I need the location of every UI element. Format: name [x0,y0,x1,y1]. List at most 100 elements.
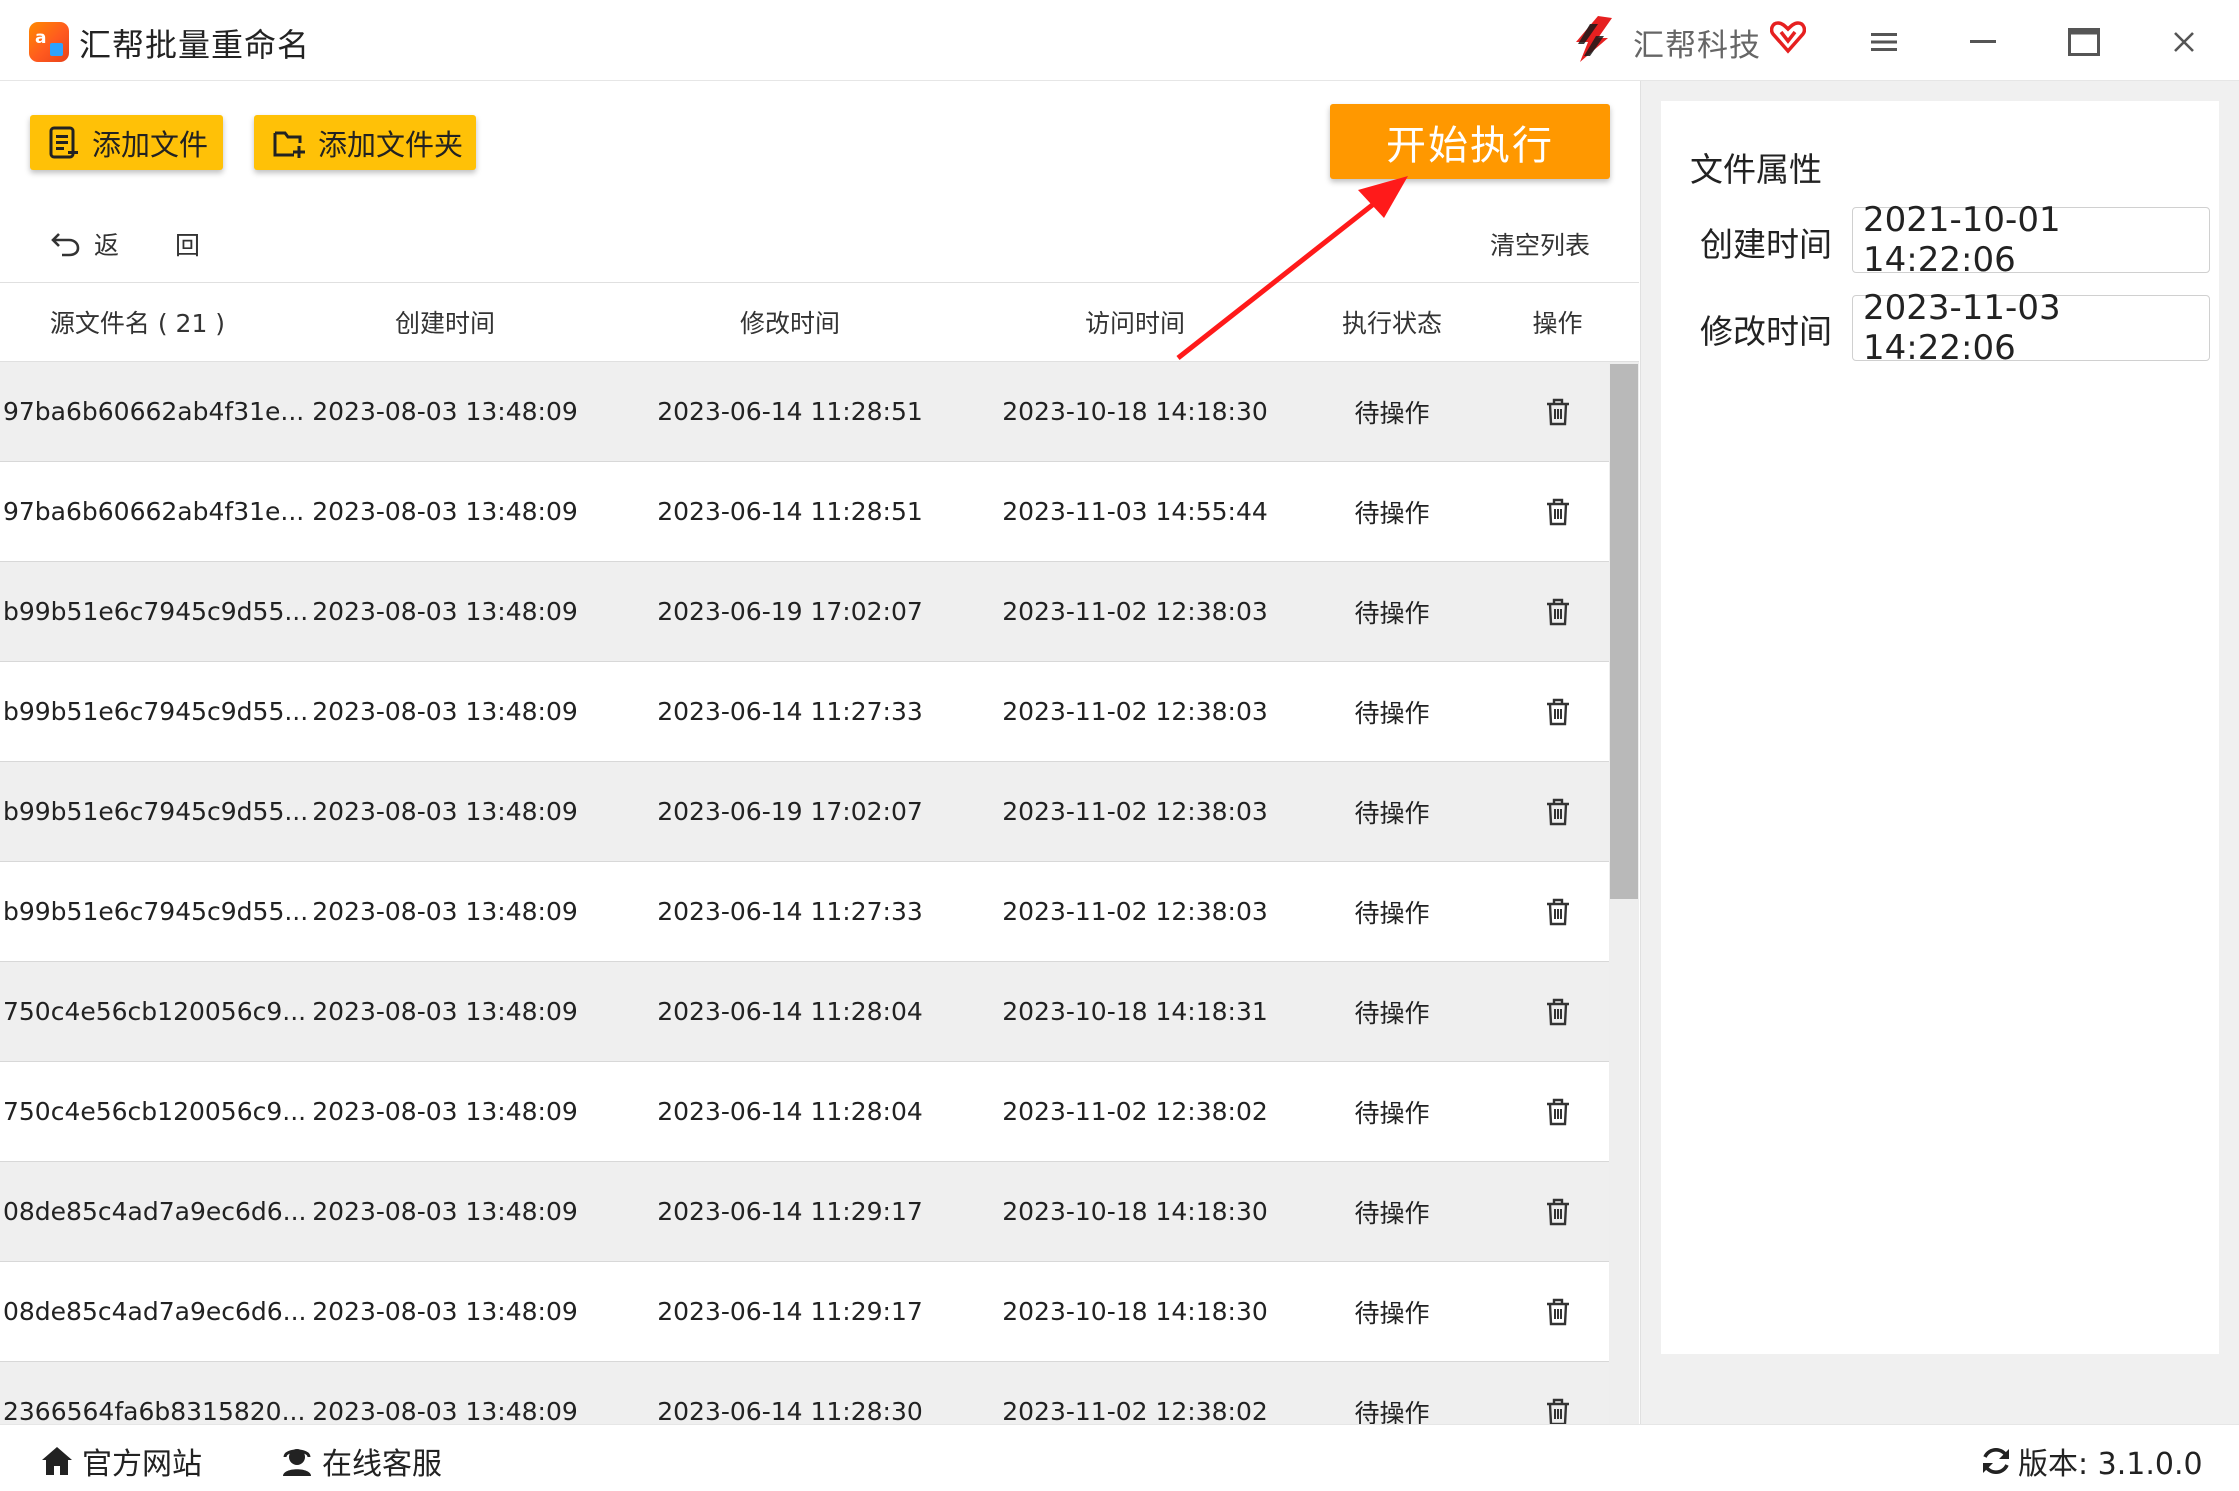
file-list-icon [49,126,78,158]
footer-bar: 官方网站 在线客服 版本: 3.1.0.0 [0,1424,2239,1491]
cell-status: 待操作 [1354,1098,1430,1128]
cell-modified: 2023-06-14 11:27:33 [657,697,923,726]
table-row[interactable]: 750c4e56cb120056c9... 2023-08-03 13:48:0… [0,1062,1609,1162]
cell-source-name: 2366564fa6b8315820... [3,1397,306,1424]
cell-accessed: 2023-10-18 14:18:30 [1002,397,1268,426]
version-info: 版本: 3.1.0.0 [1980,1439,2203,1483]
cell-accessed: 2023-10-18 14:18:30 [1002,1197,1268,1226]
online-support-link[interactable]: 在线客服 [280,1439,442,1483]
table-row[interactable]: 08de85c4ad7a9ec6d6... 2023-08-03 13:48:0… [0,1162,1609,1262]
table-row[interactable]: b99b51e6c7945c9d55... 2023-08-03 13:48:0… [0,762,1609,862]
official-website-link[interactable]: 官方网站 [40,1439,202,1483]
file-table: 97ba6b60662ab4f31e... 2023-08-03 13:48:0… [0,362,1639,1424]
trash-icon[interactable] [1545,1198,1571,1226]
trash-icon[interactable] [1545,1298,1571,1326]
cell-accessed: 2023-10-18 14:18:31 [1002,997,1268,1026]
cell-status: 待操作 [1354,1298,1430,1328]
column-header-status[interactable]: 执行状态 [1312,283,1472,361]
cell-created: 2023-08-03 13:48:09 [312,1097,578,1126]
cell-modified: 2023-06-14 11:28:51 [657,397,923,426]
official-website-label: 官方网站 [82,1447,202,1482]
cell-source-name: b99b51e6c7945c9d55... [3,697,309,726]
clear-list-button[interactable]: 清空列表 [1490,226,1590,262]
cell-modified: 2023-06-14 11:28:51 [657,497,923,526]
cell-status: 待操作 [1354,998,1430,1028]
cell-accessed: 2023-11-02 12:38:03 [1002,597,1268,626]
created-time-label: 创建时间 [1700,225,1832,264]
refresh-icon[interactable] [1980,1445,2012,1477]
vip-heart-icon[interactable] [1770,20,1806,54]
table-row[interactable]: 08de85c4ad7a9ec6d6... 2023-08-03 13:48:0… [0,1262,1609,1362]
trash-icon[interactable] [1545,1398,1571,1425]
table-row[interactable]: 97ba6b60662ab4f31e... 2023-08-03 13:48:0… [0,462,1609,562]
trash-icon[interactable] [1545,898,1571,926]
cell-created: 2023-08-03 13:48:09 [312,897,578,926]
table-row[interactable]: b99b51e6c7945c9d55... 2023-08-03 13:48:0… [0,862,1609,962]
cell-modified: 2023-06-19 17:02:07 [657,797,923,826]
start-button[interactable]: 开始执行 [1330,104,1610,179]
cell-status: 待操作 [1354,798,1430,828]
version-label: 版本: 3.1.0.0 [2018,1447,2203,1482]
add-folder-label: 添加文件夹 [318,127,464,162]
table-row[interactable]: 750c4e56cb120056c9... 2023-08-03 13:48:0… [0,962,1609,1062]
maximize-icon[interactable] [2059,17,2109,67]
cell-status: 待操作 [1354,1398,1430,1425]
table-row[interactable]: 97ba6b60662ab4f31e... 2023-08-03 13:48:0… [0,362,1609,462]
modified-time-field[interactable]: 2023-11-03 14:22:06 [1852,288,2210,368]
column-header-modified[interactable]: 修改时间 [645,283,935,361]
cell-source-name: 750c4e56cb120056c9... [3,997,307,1026]
cell-created: 2023-08-03 13:48:09 [312,797,578,826]
trash-icon[interactable] [1545,698,1571,726]
cell-source-name: 750c4e56cb120056c9... [3,1097,307,1126]
cell-created: 2023-08-03 13:48:09 [312,1197,578,1226]
add-folder-button[interactable]: 添加文件夹 [254,115,476,170]
table-row[interactable]: b99b51e6c7945c9d55... 2023-08-03 13:48:0… [0,662,1609,762]
cell-modified: 2023-06-14 11:28:04 [657,1097,923,1126]
cell-accessed: 2023-11-02 12:38:02 [1002,1397,1268,1424]
brand-logo-icon [1576,16,1612,62]
add-file-button[interactable]: 添加文件 [30,115,223,170]
cell-modified: 2023-06-14 11:29:17 [657,1197,923,1226]
column-header-created[interactable]: 创建时间 [300,283,590,361]
cell-source-name: 08de85c4ad7a9ec6d6... [3,1297,307,1326]
cell-status: 待操作 [1354,398,1430,428]
table-row[interactable]: 2366564fa6b8315820... 2023-08-03 13:48:0… [0,1362,1609,1424]
brand-name: 汇帮科技 [1633,28,1761,64]
undo-arrow-icon [51,233,80,257]
online-support-label: 在线客服 [322,1447,442,1482]
trash-icon[interactable] [1545,498,1571,526]
cell-status: 待操作 [1354,1198,1430,1228]
close-icon[interactable] [2159,17,2209,67]
column-header-source-name[interactable]: 源文件名 ( 21 ) [0,283,275,361]
table-header: 源文件名 ( 21 ) 创建时间 修改时间 访问时间 执行状态 操作 [0,282,1639,362]
cell-created: 2023-08-03 13:48:09 [312,597,578,626]
home-icon [42,1447,72,1475]
cell-modified: 2023-06-19 17:02:07 [657,597,923,626]
minimize-icon[interactable] [1958,17,2008,67]
back-button[interactable]: 返 回 [50,226,224,262]
table-scrollbar-thumb[interactable] [1610,364,1638,899]
column-header-actions: 操作 [1532,309,1583,338]
cell-source-name: b99b51e6c7945c9d55... [3,597,309,626]
trash-icon[interactable] [1545,598,1571,626]
folder-plus-icon [273,131,305,158]
cell-created: 2023-08-03 13:48:09 [312,1397,578,1424]
table-row[interactable]: b99b51e6c7945c9d55... 2023-08-03 13:48:0… [0,562,1609,662]
trash-icon[interactable] [1545,398,1571,426]
cell-source-name: b99b51e6c7945c9d55... [3,797,309,826]
column-header-accessed[interactable]: 访问时间 [990,283,1280,361]
add-file-label: 添加文件 [92,127,209,162]
cell-created: 2023-08-03 13:48:09 [312,1297,578,1326]
cell-status: 待操作 [1354,898,1430,928]
cell-source-name: 08de85c4ad7a9ec6d6... [3,1197,307,1226]
trash-icon[interactable] [1545,798,1571,826]
cell-modified: 2023-06-14 11:28:30 [657,1397,923,1424]
cell-accessed: 2023-10-18 14:18:30 [1002,1297,1268,1326]
hamburger-menu-icon[interactable] [1859,17,1909,67]
cell-source-name: 97ba6b60662ab4f31e... [3,497,305,526]
trash-icon[interactable] [1545,998,1571,1026]
trash-icon[interactable] [1545,1098,1571,1126]
cell-source-name: 97ba6b60662ab4f31e... [3,397,305,426]
cell-created: 2023-08-03 13:48:09 [312,697,578,726]
created-time-field[interactable]: 2021-10-01 14:22:06 [1852,200,2210,280]
